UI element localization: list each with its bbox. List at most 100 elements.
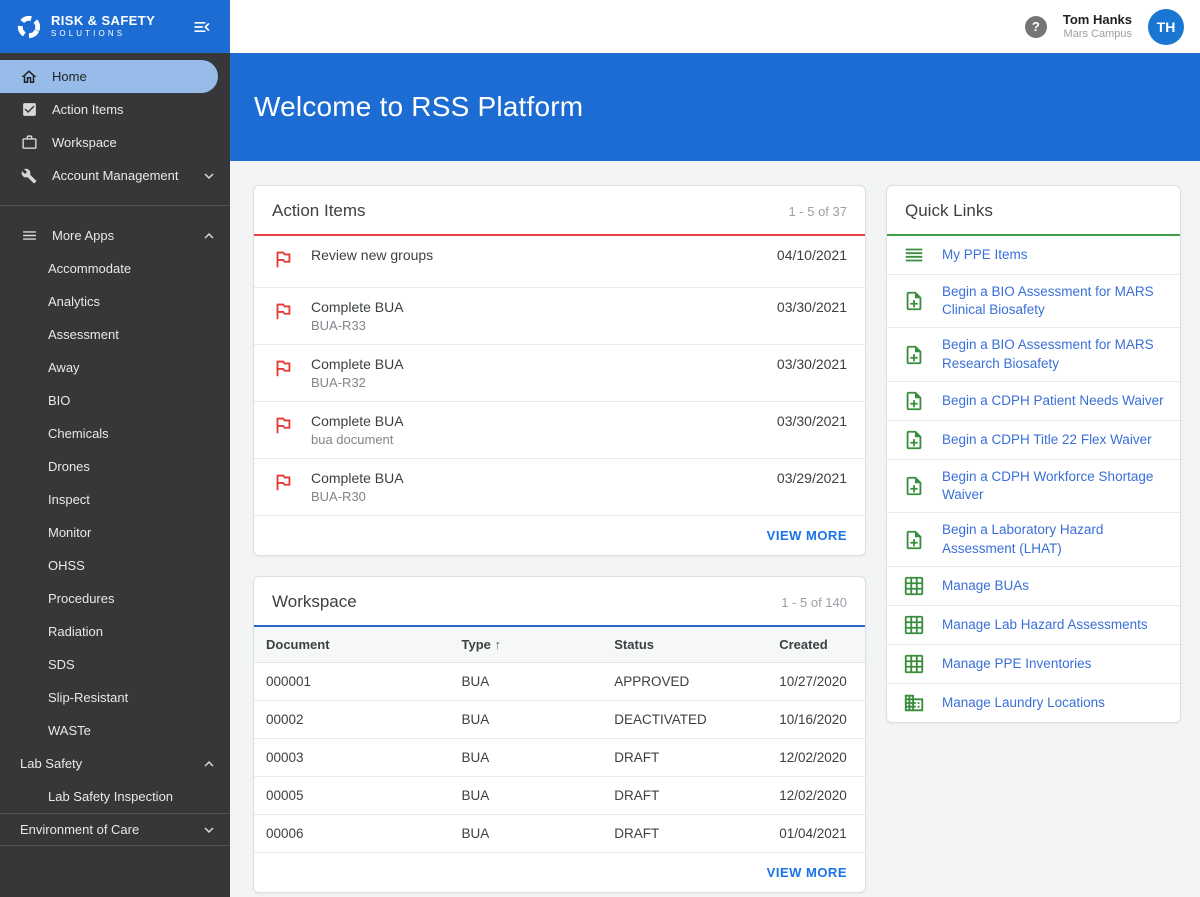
card-title: Action Items (272, 201, 366, 220)
action-item-row[interactable]: Review new groups 04/10/2021 (254, 236, 865, 288)
quick-link-manage-buas[interactable]: Manage BUAs (887, 567, 1180, 606)
sidebar-item-workspace[interactable]: Workspace (0, 126, 230, 159)
main-area: ? Tom Hanks Mars Campus TH Welcome to RS… (230, 0, 1200, 897)
column-header-created[interactable]: Created (767, 627, 865, 663)
table-row[interactable]: 00002 BUA DEACTIVATED 10/16/2020 (254, 700, 865, 739)
building-icon (903, 692, 925, 714)
sidebar-item-label: BIO (48, 393, 71, 408)
flag-icon (272, 248, 294, 270)
quick-link-bio-assessment-mars-clinical[interactable]: Begin a BIO Assessment for MARS Clinical… (887, 275, 1180, 329)
quick-link-cdph-patient-needs-waiver[interactable]: Begin a CDPH Patient Needs Waiver (887, 382, 1180, 421)
grid-icon (903, 614, 925, 636)
help-button[interactable]: ? (1024, 15, 1047, 38)
action-items-footer: VIEW MORE (254, 516, 865, 555)
flag-icon (272, 414, 294, 436)
table-row[interactable]: 000001 BUA APPROVED 10/27/2020 (254, 662, 865, 701)
cell-status: DRAFT (602, 776, 768, 815)
sidebar-item-drones[interactable]: Drones (0, 450, 230, 483)
column-header-document[interactable]: Document (254, 627, 450, 663)
logo-line2: SOLUTIONS (51, 29, 126, 39)
action-item-title: Review new groups (311, 247, 434, 263)
view-more-button[interactable]: VIEW MORE (767, 528, 847, 543)
note-add-icon (903, 475, 925, 497)
avatar[interactable]: TH (1148, 8, 1184, 45)
quick-link-my-ppe-items[interactable]: My PPE Items (887, 236, 1180, 275)
column-header-type[interactable]: Type ↑ (449, 627, 603, 663)
quick-link-manage-lab-hazard-assessments[interactable]: Manage Lab Hazard Assessments (887, 606, 1180, 645)
sidebar-item-analytics[interactable]: Analytics (0, 285, 230, 318)
note-add-icon (903, 529, 925, 551)
sidebar-item-action-items[interactable]: Action Items (0, 93, 230, 126)
sidebar-section-lab-safety[interactable]: Lab Safety (0, 747, 230, 780)
sidebar-item-assessment[interactable]: Assessment (0, 318, 230, 351)
rss-logo-icon (16, 14, 42, 40)
sidebar-item-accommodate[interactable]: Accommodate (0, 252, 230, 285)
sidebar-item-account-management[interactable]: Account Management (0, 159, 230, 192)
quick-link-manage-ppe-inventories[interactable]: Manage PPE Inventories (887, 645, 1180, 684)
column-header-status[interactable]: Status (602, 627, 768, 663)
sidebar-section-environment-of-care[interactable]: Environment of Care (0, 813, 230, 846)
sidebar-item-label: Action Items (52, 102, 124, 117)
action-item-row[interactable]: Complete BUA BUA-R32 03/30/2021 (254, 345, 865, 402)
table-row[interactable]: 00005 BUA DRAFT 12/02/2020 (254, 776, 865, 815)
sidebar-item-label: Monitor (48, 525, 92, 540)
sidebar-item-procedures[interactable]: Procedures (0, 582, 230, 615)
quick-link-label: Manage Lab Hazard Assessments (942, 616, 1148, 632)
action-item-subtitle: BUA-R33 (311, 318, 366, 333)
action-item-date: 03/30/2021 (776, 356, 847, 372)
sidebar-item-label: Chemicals (48, 426, 109, 441)
sidebar-item-waste[interactable]: WASTe (0, 714, 230, 747)
action-item-row[interactable]: Complete BUA BUA-R33 03/30/2021 (254, 288, 865, 345)
quick-link-cdph-workforce-shortage-waiver[interactable]: Begin a CDPH Workforce Shortage Waiver (887, 460, 1180, 514)
quick-link-manage-laundry-locations[interactable]: Manage Laundry Locations (887, 684, 1180, 722)
workspace-header: Workspace 1 - 5 of 140 (254, 577, 865, 625)
sidebar-item-label: Home (52, 69, 87, 84)
action-item-row[interactable]: Complete BUA BUA-R30 03/29/2021 (254, 459, 865, 516)
sidebar-divider (0, 205, 230, 206)
sidebar-item-label: SDS (48, 657, 75, 672)
briefcase-icon (20, 134, 38, 152)
cell-type: BUA (449, 662, 603, 701)
collapse-sidebar-button[interactable] (190, 15, 214, 39)
quick-link-label: Begin a CDPH Patient Needs Waiver (942, 392, 1164, 408)
note-add-icon (903, 344, 925, 366)
action-item-row[interactable]: Complete BUA bua document 03/30/2021 (254, 402, 865, 459)
cell-status: DRAFT (602, 814, 768, 853)
action-item-title: Complete BUA (311, 356, 404, 372)
action-item-subtitle: BUA-R32 (311, 375, 366, 390)
sidebar-item-home[interactable]: Home (0, 60, 218, 93)
quick-link-bio-assessment-mars-research[interactable]: Begin a BIO Assessment for MARS Research… (887, 328, 1180, 382)
workspace-table: Document Type ↑ Status Created 000001 BU… (254, 627, 865, 853)
view-more-button[interactable]: VIEW MORE (767, 865, 847, 880)
flag-icon (272, 357, 294, 379)
check-box-icon (20, 101, 38, 119)
sidebar-item-label: Accommodate (48, 261, 132, 276)
sidebar-item-ohss[interactable]: OHSS (0, 549, 230, 582)
sidebar-item-radiation[interactable]: Radiation (0, 615, 230, 648)
quick-link-label: Begin a Laboratory Hazard Assessment (LH… (942, 522, 1104, 556)
right-column: Quick Links My PPE Items Begin a BIO Ass… (886, 185, 1181, 723)
quick-links-header: Quick Links (887, 186, 1180, 234)
sidebar-item-inspect[interactable]: Inspect (0, 483, 230, 516)
quick-link-label: Begin a BIO Assessment for MARS Clinical… (942, 284, 1154, 318)
sidebar-item-slip-resistant[interactable]: Slip-Resistant (0, 681, 230, 714)
workspace-card: Workspace 1 - 5 of 140 Document Type ↑ S… (253, 576, 866, 893)
sidebar-item-bio[interactable]: BIO (0, 384, 230, 417)
sidebar-item-label: Lab Safety Inspection (48, 789, 174, 804)
sidebar-item-chemicals[interactable]: Chemicals (0, 417, 230, 450)
quick-link-laboratory-hazard-assessment[interactable]: Begin a Laboratory Hazard Assessment (LH… (887, 513, 1180, 567)
sidebar-item-more-apps[interactable]: More Apps (0, 219, 230, 252)
sidebar-item-label: Drones (48, 459, 90, 474)
note-add-icon (903, 290, 925, 312)
quick-link-cdph-title-22-flex-waiver[interactable]: Begin a CDPH Title 22 Flex Waiver (887, 421, 1180, 460)
card-title: Workspace (272, 592, 357, 611)
sidebar-item-lab-safety-inspection[interactable]: Lab Safety Inspection (0, 780, 230, 813)
table-row[interactable]: 00006 BUA DRAFT 01/04/2021 (254, 814, 865, 853)
sidebar-item-label: Away (48, 360, 80, 375)
table-row[interactable]: 00003 BUA DRAFT 12/02/2020 (254, 738, 865, 777)
sidebar-item-away[interactable]: Away (0, 351, 230, 384)
user-menu[interactable]: Tom Hanks Mars Campus (1063, 12, 1132, 42)
chevron-down-icon (200, 167, 218, 185)
sidebar-item-monitor[interactable]: Monitor (0, 516, 230, 549)
sidebar-item-sds[interactable]: SDS (0, 648, 230, 681)
